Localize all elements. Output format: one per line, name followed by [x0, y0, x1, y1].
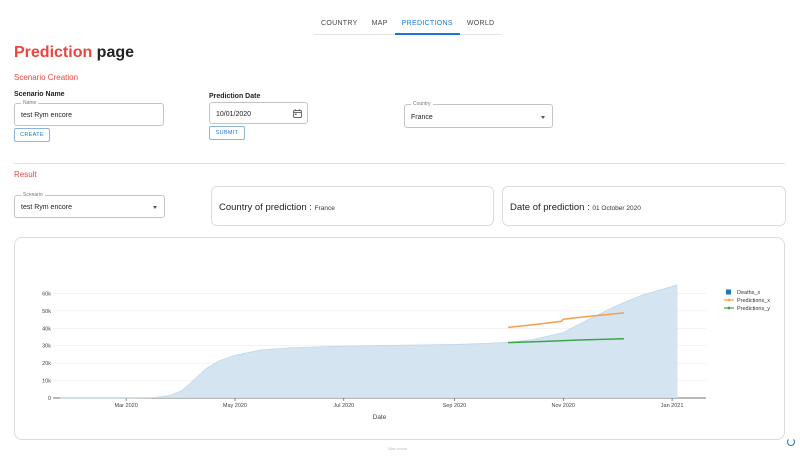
scenario-select[interactable]: Scenario test Rym encore [14, 192, 165, 218]
y-tick-label: 0 [48, 396, 51, 402]
x-axis-label: Date [373, 414, 387, 421]
scenario-name-value: test Rym encore [21, 112, 72, 119]
chart-container: 0 10k 20k 30k 40k 50k 60k Mar 2020 May 2020 Jul 2… [14, 237, 785, 440]
legend-label: Deaths_x [737, 290, 760, 296]
legend-swatch [726, 289, 731, 295]
scenario-select-label: Scenario [21, 192, 45, 198]
x-tick-label: Jan 2021 [661, 403, 684, 409]
scenario-name-heading: Scenario Name [14, 91, 65, 98]
page-title-accent: Prediction [14, 44, 93, 61]
date-of-prediction-label: Date of prediction : [510, 202, 593, 213]
y-tick-label: 10k [42, 379, 51, 385]
prediction-chart[interactable]: 0 10k 20k 30k 40k 50k 60k Mar 2020 May 2020 Jul 2… [15, 238, 784, 439]
country-of-prediction-card: Country of prediction : France [211, 186, 494, 226]
prediction-date-value: 10/01/2020 [216, 110, 252, 118]
x-tick-label: Sep 2020 [443, 403, 467, 409]
x-tick-label: Nov 2020 [551, 403, 575, 409]
country-of-prediction-label: Country of prediction : [219, 202, 315, 213]
legend-marker [727, 306, 731, 310]
date-of-prediction-text: Date of prediction : 01 October 2020 [510, 202, 641, 213]
prediction-date-heading: Prediction Date [209, 93, 261, 100]
x-tick-label: Jul 2020 [333, 403, 354, 409]
country-select-value: France [411, 113, 433, 121]
create-button[interactable]: CREATE [14, 128, 50, 142]
y-tick-label: 60k [42, 291, 51, 297]
calendar-icon[interactable] [293, 109, 302, 118]
prediction-date-input[interactable]: 10/01/2020 [209, 102, 308, 124]
legend-marker [727, 298, 731, 302]
y-tick-label: 20k [42, 361, 51, 367]
country-of-prediction-value: France [314, 205, 335, 212]
scenario-creation-heading: Scenario Creation [14, 73, 79, 82]
country-select-label: Country [411, 101, 433, 107]
scenario-select-value: test Rym encore [21, 203, 72, 211]
x-tick-label: May 2020 [223, 403, 247, 409]
date-of-prediction-card: Date of prediction : 01 October 2020 [502, 186, 786, 226]
tab-predictions[interactable]: PREDICTIONS [394, 14, 460, 35]
country-select[interactable]: Country France [404, 101, 553, 128]
tab-world[interactable]: WORLD [460, 14, 502, 35]
chevron-down-icon [541, 115, 545, 119]
section-divider [14, 163, 785, 164]
chevron-down-icon [153, 206, 157, 209]
y-tick-label: 30k [42, 344, 51, 350]
date-of-prediction-value: 01 October 2020 [592, 205, 641, 212]
y-tick-label: 50k [42, 309, 51, 315]
legend-label: Predictions_y [737, 306, 770, 312]
nav-tabs: COUNTRY MAP PREDICTIONS WORLD [314, 14, 502, 35]
tab-map[interactable]: MAP [365, 14, 395, 35]
scenario-name-input-label: Name [21, 100, 39, 106]
submit-button[interactable]: SUBMIT [209, 126, 245, 140]
result-heading: Result [14, 170, 37, 179]
x-tick-label: Mar 2020 [115, 403, 138, 409]
y-tick-label: 40k [42, 326, 51, 332]
scenario-name-input[interactable]: Name test Rym encore [14, 100, 164, 126]
page-title: Prediction page [14, 44, 134, 62]
country-of-prediction-text: Country of prediction : France [219, 202, 335, 213]
page-title-rest: page [92, 44, 135, 61]
tab-country[interactable]: COUNTRY [314, 14, 365, 35]
legend-label: Predictions_x [737, 298, 770, 304]
footer-text: Siao mode [388, 446, 408, 451]
series-area-deaths-x [60, 284, 678, 398]
loading-spinner-icon [787, 438, 795, 446]
